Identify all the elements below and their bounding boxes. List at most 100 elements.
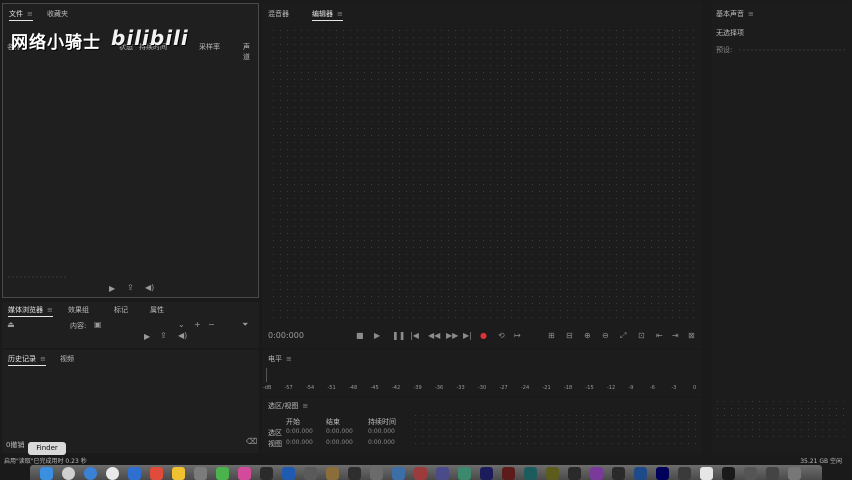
- tab-favorites[interactable]: 收藏夹: [47, 9, 68, 19]
- zoom-out-time-icon[interactable]: ⊖: [602, 331, 609, 340]
- music-icon[interactable]: [238, 467, 251, 480]
- panel-menu-icon[interactable]: ≡: [337, 10, 343, 18]
- zoom-selection-icon[interactable]: ⊡: [638, 331, 645, 340]
- drive-icon[interactable]: ⏏: [7, 321, 15, 329]
- app-icon[interactable]: [678, 467, 691, 480]
- app-icon[interactable]: [458, 467, 471, 480]
- view-start-field[interactable]: 0:00.000: [286, 439, 313, 446]
- preset-dropdown[interactable]: [738, 48, 846, 52]
- chevron-down-icon[interactable]: ⌄: [178, 321, 185, 329]
- level-tick-label: -54: [306, 385, 315, 391]
- volume-icon[interactable]: ◀): [145, 284, 154, 292]
- view-end-field[interactable]: 0:00.000: [326, 439, 353, 446]
- zoom-in-amp-icon[interactable]: ⊞: [548, 331, 555, 340]
- loop-icon[interactable]: ⟲: [498, 331, 505, 340]
- record-icon[interactable]: ●: [480, 331, 487, 340]
- launchpad-icon[interactable]: [62, 467, 75, 480]
- panel-menu-icon[interactable]: ≡: [27, 10, 33, 18]
- trash-icon[interactable]: [788, 467, 801, 480]
- zoom-out-amp-icon[interactable]: ⊟: [566, 331, 573, 340]
- tab-history[interactable]: 历史记录 ≡: [8, 354, 46, 366]
- app-icon[interactable]: [348, 467, 361, 480]
- skip-end-icon[interactable]: ▶|: [463, 331, 472, 340]
- app-icon[interactable]: [568, 467, 581, 480]
- view-duration-field[interactable]: 0:00.000: [368, 439, 395, 446]
- app-icon[interactable]: [612, 467, 625, 480]
- export-icon[interactable]: ⇪: [160, 332, 167, 340]
- terminal-icon[interactable]: [260, 467, 273, 480]
- premiere-icon[interactable]: [656, 467, 669, 480]
- app-icon[interactable]: [634, 467, 647, 480]
- tab-editor[interactable]: 编辑器 ≡: [312, 9, 343, 21]
- remove-icon[interactable]: −: [208, 321, 215, 329]
- safari-icon[interactable]: [84, 467, 97, 480]
- zoom-reset-icon[interactable]: ⊠: [688, 331, 695, 340]
- skip-start-icon[interactable]: |◀: [410, 331, 419, 340]
- app-icon[interactable]: [392, 467, 405, 480]
- timecode[interactable]: 0:00:000: [268, 331, 304, 340]
- settings-icon[interactable]: [194, 467, 207, 480]
- app-icon[interactable]: [304, 467, 317, 480]
- tab-properties[interactable]: 属性: [150, 305, 164, 315]
- tab-mixer[interactable]: 混音器: [268, 9, 289, 19]
- messages-icon[interactable]: [216, 467, 229, 480]
- pause-icon[interactable]: ❚❚: [392, 331, 405, 340]
- app-icon[interactable]: [480, 467, 493, 480]
- volume-icon[interactable]: ◀): [178, 332, 187, 340]
- notes-icon[interactable]: [172, 467, 185, 480]
- downloads-icon[interactable]: [744, 467, 757, 480]
- filter-icon[interactable]: ⏷: [242, 321, 248, 329]
- trash-icon[interactable]: ⌫: [246, 438, 257, 446]
- add-icon[interactable]: +: [194, 321, 201, 329]
- app-icon[interactable]: [370, 467, 383, 480]
- tab-files[interactable]: 文件 ≡: [9, 9, 33, 21]
- finder-icon[interactable]: [40, 467, 53, 480]
- selection-duration-field[interactable]: 0:00.000: [368, 428, 395, 435]
- app-icon[interactable]: [436, 467, 449, 480]
- selection-start-field[interactable]: 0:00.000: [286, 428, 313, 435]
- stop-icon[interactable]: ■: [356, 331, 364, 340]
- chrome-icon[interactable]: [106, 467, 119, 480]
- zoom-full-icon[interactable]: ⤢: [620, 331, 626, 341]
- app-icon[interactable]: [546, 467, 559, 480]
- tab-effects[interactable]: 效果组: [68, 305, 89, 315]
- app-icon[interactable]: [414, 467, 427, 480]
- app-icon[interactable]: [700, 467, 713, 480]
- app-icon[interactable]: [722, 467, 735, 480]
- disk-space: 35.21 GB 空闲: [800, 458, 842, 465]
- panel-menu-icon[interactable]: ≡: [302, 402, 308, 410]
- col-samplerate[interactable]: 采样率: [199, 42, 220, 52]
- skip-icon[interactable]: ↦: [514, 331, 521, 340]
- calendar-icon[interactable]: [150, 467, 163, 480]
- app-store-icon[interactable]: [282, 467, 295, 480]
- col-channels[interactable]: 声道: [243, 42, 254, 62]
- app-icon[interactable]: [524, 467, 537, 480]
- scroll-track[interactable]: [7, 276, 67, 278]
- panel-menu-icon[interactable]: ≡: [748, 10, 754, 18]
- folder-icon[interactable]: [766, 467, 779, 480]
- play-icon[interactable]: ▶: [144, 333, 150, 341]
- zoom-right-icon[interactable]: ⇥: [672, 331, 679, 340]
- waveform-area[interactable]: [270, 27, 700, 323]
- panel-menu-icon[interactable]: ≡: [47, 306, 53, 314]
- panel-menu-icon[interactable]: ≡: [286, 355, 292, 363]
- app-icon[interactable]: [326, 467, 339, 480]
- panel-menu-icon[interactable]: ≡: [40, 355, 46, 363]
- zoom-in-time-icon[interactable]: ⊕: [584, 331, 591, 340]
- play-icon[interactable]: ▶: [374, 331, 380, 340]
- zoom-left-icon[interactable]: ⇤: [656, 331, 663, 340]
- rewind-icon[interactable]: ◀◀: [428, 331, 440, 340]
- level-tick-label: -6: [650, 385, 655, 391]
- tab-video[interactable]: 视频: [60, 354, 74, 364]
- forward-icon[interactable]: ▶▶: [446, 331, 458, 340]
- play-icon[interactable]: ▶: [109, 285, 115, 293]
- selection-end-field[interactable]: 0:00.000: [326, 428, 353, 435]
- export-icon[interactable]: ⇪: [127, 284, 134, 292]
- app-icon[interactable]: [502, 467, 515, 480]
- project-panel: 文件 ≡ 收藏夹 名称 ↑ 状态 持续时间 采样率 声道 网络小骑士 bilibi…: [2, 3, 259, 298]
- tab-media-browser[interactable]: 媒体浏览器 ≡: [8, 305, 53, 317]
- app-icon[interactable]: [590, 467, 603, 480]
- content-dropdown-icon[interactable]: ▣: [94, 321, 102, 329]
- tab-markers[interactable]: 标记: [114, 305, 128, 315]
- mail-icon[interactable]: [128, 467, 141, 480]
